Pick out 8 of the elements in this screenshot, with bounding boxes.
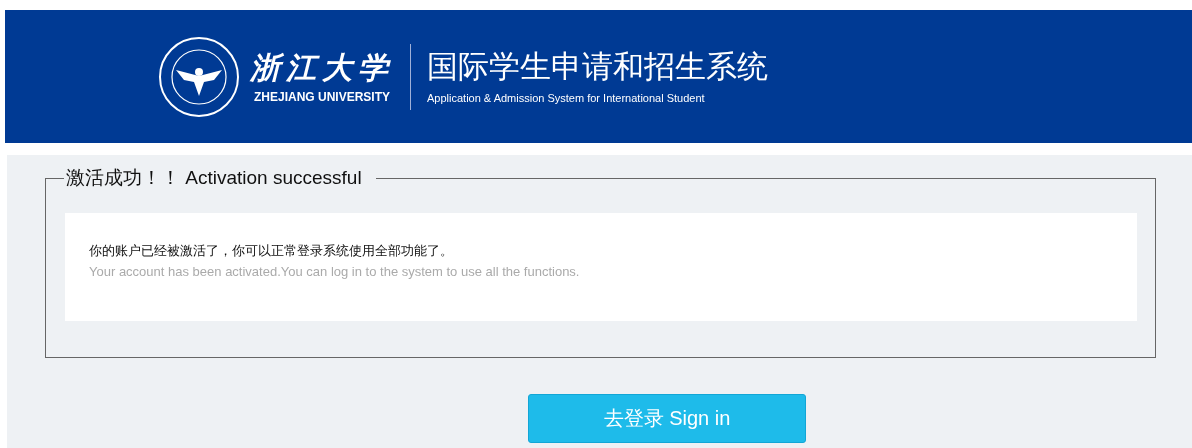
message-chinese: 你的账户已经被激活了，你可以正常登录系统使用全部功能了。 (89, 242, 454, 260)
notice-heading: 激活成功！！ Activation successful (65, 166, 363, 190)
system-title: 国际学生申请和招生系统 (427, 48, 768, 85)
sign-in-button[interactable]: 去登录 Sign in (528, 394, 806, 443)
logo-english-name: ZHEJIANG UNIVERSITY (254, 88, 390, 105)
message-english: Your account has been activated.You can log in to the system to use all the functions. (89, 264, 581, 279)
system-subtitle: Application & Admission System for International Student (427, 90, 706, 105)
logo-chinese-name: 浙江大学 (250, 48, 394, 87)
